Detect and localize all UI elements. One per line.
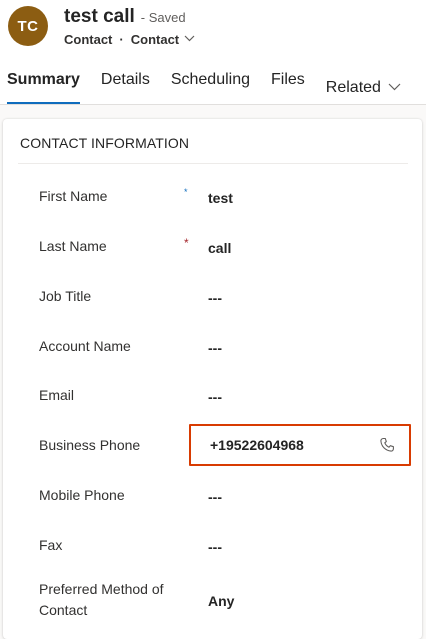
separator-dot: · (119, 32, 124, 47)
field-account-name: Account Name --- (3, 329, 422, 379)
form-switcher[interactable]: Contact (131, 32, 195, 47)
record-header: TC test call - Saved Contact · Contact S… (0, 0, 426, 105)
field-mobile-phone: Mobile Phone --- (3, 478, 422, 528)
tab-details[interactable]: Details (101, 60, 150, 104)
field-fax: Fax --- (3, 528, 422, 578)
field-label: Last Name (39, 238, 107, 254)
tab-files[interactable]: Files (271, 60, 305, 104)
saved-status: - Saved (140, 10, 186, 25)
field-email: Email --- (3, 378, 422, 428)
email-value[interactable]: --- (208, 389, 222, 405)
field-label: Preferred Method of Contact (39, 581, 164, 618)
fax-value[interactable]: --- (208, 539, 222, 555)
field-job-title: Job Title --- (3, 279, 422, 329)
preferred-contact-value[interactable]: Any (208, 593, 234, 609)
tab-summary[interactable]: Summary (7, 60, 80, 104)
job-title-value[interactable]: --- (208, 290, 222, 306)
account-name-value[interactable]: --- (208, 340, 222, 356)
required-marker: * (184, 236, 189, 250)
field-label: Job Title (39, 288, 92, 304)
form-name: Contact (130, 32, 180, 47)
avatar-initials: TC (17, 17, 39, 35)
record-title-row: test call - Saved (64, 6, 186, 28)
field-label: Email (39, 387, 75, 403)
field-last-name: Last Name * call (3, 229, 422, 279)
last-name-value[interactable]: call (208, 240, 231, 256)
contact-information-section: CONTACT INFORMATION First Name * test La… (3, 119, 422, 639)
first-name-value[interactable]: test (208, 190, 233, 206)
chevron-down-icon (184, 35, 195, 42)
field-label: Account Name (39, 338, 131, 354)
tab-related[interactable]: Related (326, 60, 401, 104)
tab-bar: Summary Details Scheduling Files Related (0, 60, 426, 105)
field-preferred-method-of-contact: Preferred Method of Contact Any (3, 572, 422, 632)
entity-type: Contact (64, 32, 113, 47)
tab-scheduling[interactable]: Scheduling (171, 60, 250, 104)
section-title: CONTACT INFORMATION (20, 135, 190, 151)
record-title: test call (64, 6, 135, 27)
section-divider (18, 163, 408, 164)
record-subtitle: Contact · Contact (64, 32, 195, 47)
tab-related-label: Related (325, 78, 381, 96)
required-marker: * (184, 187, 188, 197)
mobile-phone-value[interactable]: --- (208, 489, 222, 505)
avatar: TC (8, 6, 48, 46)
business-phone-value: +19522604968 (210, 437, 304, 453)
field-label: Fax (39, 537, 63, 553)
phone-icon[interactable] (379, 437, 395, 453)
chevron-down-icon (388, 83, 401, 90)
business-phone-input[interactable]: +19522604968 (189, 424, 411, 466)
field-label: First Name (39, 188, 108, 204)
field-label: Mobile Phone (39, 487, 125, 503)
field-first-name: First Name * test (3, 179, 422, 229)
field-label: Business Phone (39, 437, 141, 453)
